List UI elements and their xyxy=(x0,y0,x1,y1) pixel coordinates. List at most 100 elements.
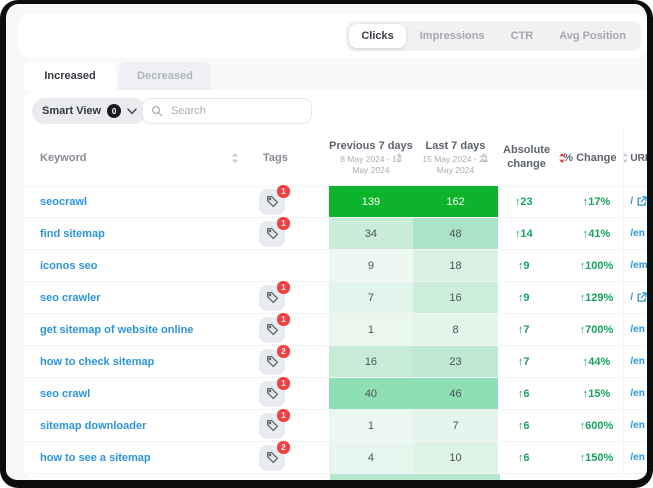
percent-change-value: ↑129% xyxy=(580,292,614,304)
tag-count-badge: 2 xyxy=(276,440,291,455)
column-header-absolute-change[interactable]: Absolute change xyxy=(498,130,570,186)
sort-icon-keyword[interactable] xyxy=(231,152,239,164)
keyword-link[interactable]: seo crawler xyxy=(40,292,101,304)
last-value-cell: 162 xyxy=(413,186,498,217)
tag-button[interactable]: 1 xyxy=(259,285,285,311)
keyword-link[interactable]: how to see a sitemap xyxy=(40,452,151,464)
keyword-link[interactable]: how to check sitemap xyxy=(40,356,154,368)
last-value-cell xyxy=(415,474,500,480)
url-link[interactable]: / xyxy=(630,292,647,303)
absolute-change-cell: ↑6 xyxy=(498,410,570,441)
column-header-keyword[interactable]: Keyword xyxy=(24,130,245,186)
absolute-change-cell: ↑9 xyxy=(498,282,570,313)
next-row-peek xyxy=(24,474,647,480)
url-link[interactable]: /en xyxy=(630,324,644,335)
tag-button[interactable]: 2 xyxy=(259,349,285,375)
tag-count-badge: 2 xyxy=(276,344,291,359)
sort-icon-previous[interactable] xyxy=(395,152,403,164)
percent-change-cell: ↑17% xyxy=(570,186,624,217)
url-cell: /en xyxy=(623,410,647,441)
keyword-link[interactable]: iconos seo xyxy=(40,260,97,272)
tags-cell: 1 xyxy=(245,378,305,409)
tag-button[interactable]: 1 xyxy=(259,317,285,343)
column-header-previous-7-days[interactable]: Previous 7 days 8 May 2024 - 14 May 2024 xyxy=(329,130,414,186)
tags-cell: 1 xyxy=(245,314,305,345)
keyword-cell: find sitemap xyxy=(24,218,245,249)
column-spacer xyxy=(305,346,329,377)
keyword-cell: get sitemap of website online xyxy=(24,314,245,345)
percent-change-value: ↑100% xyxy=(580,260,614,272)
column-label-keyword: Keyword xyxy=(40,152,86,164)
last-value-cell: 46 xyxy=(413,378,498,409)
absolute-change-cell: ↑9 xyxy=(498,250,570,281)
percent-change-value: ↑700% xyxy=(580,324,614,336)
previous-value-cell: 139 xyxy=(329,186,414,217)
keyword-cell xyxy=(24,474,246,480)
tag-button[interactable]: 1 xyxy=(259,189,285,215)
table-row: how to see a sitemap2410↑6↑150%/en xyxy=(24,442,647,474)
keyword-cell: seo crawler xyxy=(24,282,245,313)
percent-change-cell: ↑700% xyxy=(570,314,624,345)
column-header-url[interactable]: URL xyxy=(623,130,647,186)
absolute-change-value: ↑9 xyxy=(518,260,530,272)
column-header-percent-change[interactable]: % Change xyxy=(569,130,623,186)
absolute-change-cell: ↑14 xyxy=(498,218,570,249)
tag-icon xyxy=(266,291,279,304)
url-link[interactable]: /en xyxy=(630,228,644,239)
percent-change-value: ↑15% xyxy=(583,388,611,400)
keyword-cell: how to check sitemap xyxy=(24,346,245,377)
url-link[interactable]: /en xyxy=(630,388,644,399)
metric-tab-clicks[interactable]: Clicks xyxy=(349,24,405,48)
percent-change-cell: ↑100% xyxy=(570,250,624,281)
trend-tab-increased[interactable]: Increased xyxy=(24,62,116,90)
previous-value-cell: 4 xyxy=(329,442,414,473)
tag-button[interactable]: 1 xyxy=(259,413,285,439)
last-value-cell: 18 xyxy=(413,250,498,281)
keyword-cell: how to see a sitemap xyxy=(24,442,245,473)
metric-tab-ctr[interactable]: CTR xyxy=(499,24,546,48)
tags-cell xyxy=(246,474,306,480)
url-link[interactable]: /en xyxy=(630,420,644,431)
percent-change-cell: ↑44% xyxy=(570,346,624,377)
tag-button[interactable]: 2 xyxy=(259,445,285,471)
url-link[interactable]: /em xyxy=(630,260,647,271)
tag-icon xyxy=(266,323,279,336)
smart-view-dropdown[interactable]: Smart View 0 xyxy=(32,98,147,124)
table-row: get sitemap of website online118↑7↑700%/… xyxy=(24,314,647,346)
absolute-change-value: ↑7 xyxy=(518,324,530,336)
tag-icon xyxy=(266,419,279,432)
previous-value-cell xyxy=(330,474,415,480)
column-label-previous: Previous 7 days xyxy=(329,140,413,152)
table-row: seo crawler1716↑9↑129%/ xyxy=(24,282,647,314)
trend-tabs: IncreasedDecreased xyxy=(24,62,211,90)
search-box xyxy=(142,98,312,124)
metric-tab-avg-position[interactable]: Avg Position xyxy=(547,24,638,48)
external-link-icon xyxy=(636,292,647,303)
column-header-last-7-days[interactable]: Last 7 days 15 May 2024 - 21 May 2024 xyxy=(413,130,498,186)
tag-icon xyxy=(266,451,279,464)
column-spacer xyxy=(305,378,329,409)
keyword-link[interactable]: seocrawl xyxy=(40,196,87,208)
keyword-link[interactable]: sitemap downloader xyxy=(40,420,146,432)
column-spacer xyxy=(305,250,329,281)
keyword-link[interactable]: get sitemap of website online xyxy=(40,324,193,336)
previous-value-cell: 16 xyxy=(329,346,414,377)
main-card: Smart View 0 Keyword Tags xyxy=(24,90,647,480)
percent-change-value: ↑44% xyxy=(583,356,611,368)
metric-tab-impressions[interactable]: Impressions xyxy=(408,24,497,48)
table-body: seocrawl1139162↑23↑17%/find sitemap13448… xyxy=(24,186,647,480)
tag-button[interactable]: 1 xyxy=(259,221,285,247)
absolute-change-value: ↑6 xyxy=(518,452,530,464)
tags-cell: 1 xyxy=(245,218,305,249)
column-label-percent-change: % Change xyxy=(563,152,616,164)
url-link[interactable]: / xyxy=(630,196,647,207)
keyword-link[interactable]: find sitemap xyxy=(40,228,105,240)
keyword-link[interactable]: seo crawl xyxy=(40,388,90,400)
tag-button[interactable]: 1 xyxy=(259,381,285,407)
search-input[interactable] xyxy=(169,104,315,118)
url-link[interactable]: /en xyxy=(630,452,644,463)
absolute-change-cell: ↑7 xyxy=(498,346,570,377)
trend-tab-decreased[interactable]: Decreased xyxy=(119,62,211,90)
url-link[interactable]: /en xyxy=(630,356,644,367)
sort-icon-last[interactable] xyxy=(480,152,488,164)
